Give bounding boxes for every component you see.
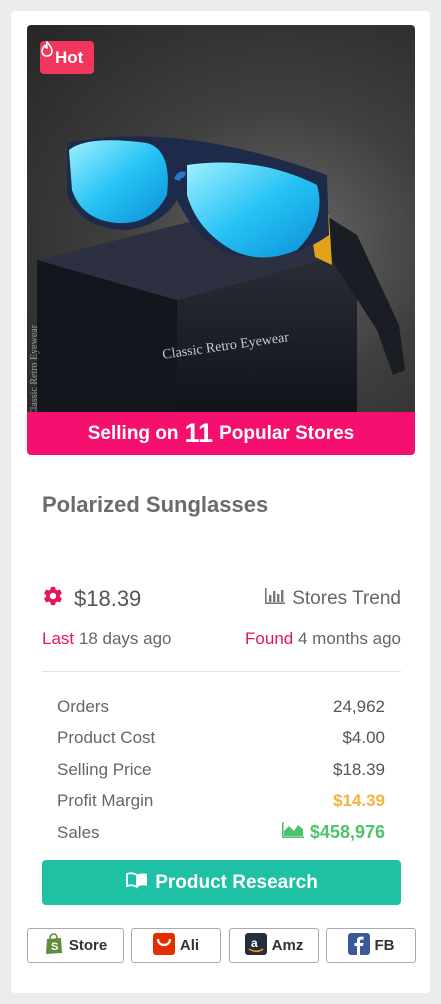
hot-badge: Hot — [40, 41, 95, 74]
fb-button[interactable]: FB — [326, 928, 416, 963]
last-label: Last — [42, 629, 75, 648]
product-title[interactable]: Polarized Sunglasses — [42, 492, 268, 518]
stat-label: Selling Price — [57, 759, 152, 779]
stores-banner: Selling on 11 Popular Stores — [27, 412, 415, 455]
found-date: Found 4 months ago — [245, 629, 401, 649]
fb-label: FB — [374, 937, 395, 954]
banner-suffix: Popular Stores — [219, 422, 355, 444]
stat-selling-price: Selling Price $18.39 — [57, 754, 385, 786]
stat-label: Product Cost — [57, 728, 156, 748]
ali-button[interactable]: Ali — [131, 928, 221, 963]
store-button[interactable]: S Store — [27, 928, 124, 963]
area-chart-icon — [281, 821, 305, 844]
stat-value: $14.39 — [333, 791, 385, 811]
product-image[interactable]: Classic Retro Eyewear Classic Retro Eyew… — [27, 25, 415, 425]
shopify-bag-icon: S — [44, 932, 64, 959]
stat-label: Sales — [57, 822, 100, 842]
store-links: S Store Ali a Amz FB — [27, 928, 416, 963]
stores-trend-label: Stores Trend — [292, 588, 401, 609]
store-label: Store — [68, 937, 108, 954]
book-icon — [125, 871, 149, 895]
gear-icon[interactable] — [42, 585, 64, 612]
aliexpress-icon — [152, 932, 175, 959]
stat-label: Orders — [57, 696, 109, 716]
banner-prefix: Selling on — [87, 422, 179, 444]
stores-trend-link[interactable]: Stores Trend — [264, 587, 401, 611]
found-value: 4 months ago — [297, 629, 401, 648]
svg-text:S: S — [51, 941, 58, 953]
last-seen: Last 18 days ago — [42, 629, 172, 649]
hot-label: Hot — [55, 47, 84, 67]
found-label: Found — [245, 629, 294, 648]
svg-text:a: a — [251, 936, 258, 950]
ali-label: Ali — [179, 937, 200, 954]
amazon-icon: a — [244, 932, 267, 959]
facebook-icon — [347, 932, 370, 959]
stats-list: Orders 24,962 Product Cost $4.00 Selling… — [57, 691, 385, 849]
stat-value: $458,976 — [309, 822, 385, 843]
stat-product-cost: Product Cost $4.00 — [57, 723, 385, 755]
amz-button[interactable]: a Amz — [229, 928, 319, 963]
stat-label: Profit Margin — [57, 791, 154, 811]
divider — [42, 671, 401, 672]
box-side-text: Classic Retro Eyewear — [29, 324, 41, 417]
product-price: $18.39 — [74, 585, 142, 611]
last-value: 18 days ago — [78, 629, 172, 648]
price-row: $18.39 Stores Trend — [42, 585, 401, 617]
product-card: Classic Retro Eyewear Classic Retro Eyew… — [11, 11, 430, 993]
stat-sales-value: $458,976 — [281, 821, 385, 844]
stat-orders: Orders 24,962 — [57, 691, 385, 723]
bar-chart-icon — [264, 587, 286, 611]
stat-value: 24,962 — [333, 696, 385, 716]
stat-sales: Sales $458,976 — [57, 817, 385, 849]
product-research-button[interactable]: Product Research — [42, 860, 401, 905]
stat-value: $4.00 — [342, 728, 385, 748]
product-research-label: Product Research — [155, 871, 318, 893]
banner-count: 11 — [184, 418, 214, 448]
stat-value: $18.39 — [333, 759, 385, 779]
amz-label: Amz — [271, 937, 304, 954]
stat-profit-margin: Profit Margin $14.39 — [57, 786, 385, 818]
